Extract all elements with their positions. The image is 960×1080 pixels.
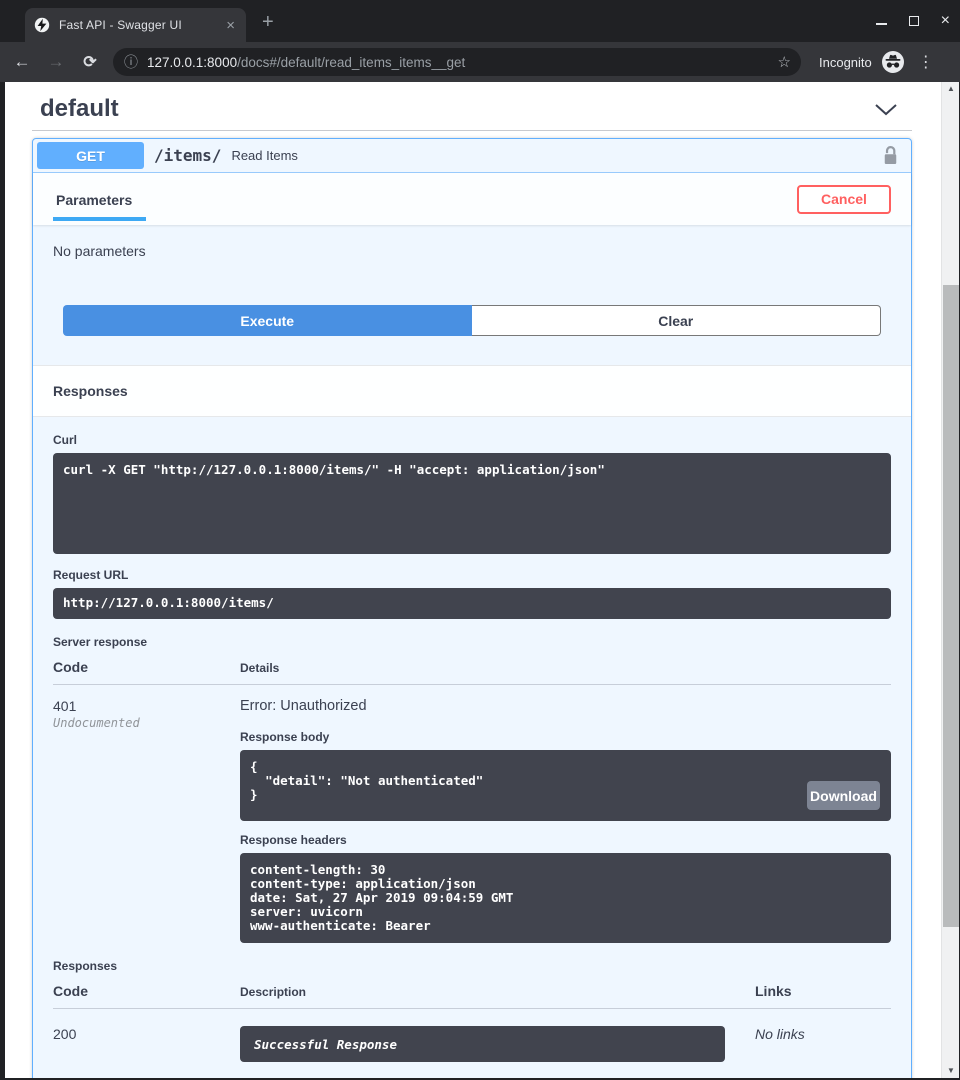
column-description: Description [240,985,755,999]
response-headers-block: content-length: 30 content-type: applica… [240,853,891,943]
responses-body: Curl curl -X GET "http://127.0.0.1:8000/… [33,417,911,1078]
tab-title: Fast API - Swagger UI [59,18,223,32]
page-scrollbar[interactable]: ▲ ▼ [941,82,959,1078]
response-headers-label: Response headers [240,833,891,847]
column-code: Code [53,983,240,999]
documented-responses-table-head: Code Description Links [53,983,891,1009]
chevron-down-icon[interactable] [874,103,898,116]
no-parameters-text: No parameters [53,243,146,259]
curl-command: curl -X GET "http://127.0.0.1:8000/items… [53,453,891,554]
parameters-tab-label: Parameters [53,192,146,208]
execute-wrapper: Execute Clear [33,290,911,365]
server-response-label: Server response [53,635,891,649]
forward-icon[interactable]: → [39,52,73,72]
response-body-json: { "detail": "Not authenticated" } [250,759,483,802]
response-description-text: Successful Response [254,1037,397,1052]
column-links: Links [755,983,792,999]
opblock-get-items: GET /items/ Read Items Parameters [32,138,912,1078]
execute-button[interactable]: Execute [63,305,472,336]
tag-title: default [40,95,119,123]
scroll-up-icon[interactable]: ▲ [942,82,960,96]
operation-summary: Read Items [231,148,297,163]
url-host: 127.0.0.1:8000 [147,55,237,70]
request-url-label: Request URL [53,568,891,582]
cancel-button[interactable]: Cancel [797,185,891,214]
active-tab-underline [53,217,146,221]
response-code-200: 200 [53,1026,240,1062]
browser-menu-icon[interactable]: ⋮ [918,52,934,72]
swagger-page: default GET /items/ Read Items [5,82,941,1078]
incognito-icon [881,50,905,74]
responses-section-header: Responses [33,365,911,417]
window-minimize-icon[interactable] [876,23,887,25]
favicon-bolt-icon [34,17,50,33]
operation-path: /items/ [154,146,221,165]
url-path: /docs#/default/read_items_items__get [237,55,465,70]
tab-close-icon[interactable]: × [223,18,238,33]
clear-button[interactable]: Clear [472,305,882,336]
scrollbar-thumb[interactable] [943,285,959,927]
tag-section-header[interactable]: default [32,90,912,128]
column-details: Details [240,661,279,675]
operation-header[interactable]: GET /items/ Read Items [33,139,911,173]
window-maximize-icon[interactable] [909,16,919,26]
live-response-row: 401 Undocumented Error: Unauthorized Res… [53,685,891,943]
request-url-value: http://127.0.0.1:8000/items/ [53,588,891,619]
live-response-table: Code Details 401 Undocumented Error: Una… [53,659,891,943]
bookmark-star-icon[interactable]: ☆ [778,53,791,71]
download-button[interactable]: Download [807,781,880,810]
response-error-title: Error: Unauthorized [240,698,891,714]
curl-label: Curl [53,433,891,447]
method-badge[interactable]: GET [37,142,144,169]
response-body-block: { "detail": "Not authenticated" } Downloa… [240,750,891,821]
live-response-table-head: Code Details [53,659,891,685]
live-response-details-cell: Error: Unauthorized Response body { "det… [240,698,891,943]
browser-toolbar: ← → ⟳ ⓘ 127.0.0.1:8000/docs#/default/rea… [0,42,960,82]
tag-divider [32,130,912,131]
incognito-label: Incognito [819,55,872,70]
status-code: 401 [53,698,240,714]
documented-responses-table: Code Description Links 200 Successful Re… [53,983,891,1062]
url-text: 127.0.0.1:8000/docs#/default/read_items_… [147,55,778,70]
undocumented-note: Undocumented [53,716,240,730]
table-row: 200 Successful Response No links [53,1009,891,1062]
back-icon[interactable]: ← [5,52,39,72]
response-body-label: Response body [240,730,891,744]
documented-responses-label: Responses [53,959,891,973]
live-response-code-cell: 401 Undocumented [53,698,240,943]
response-description-cell: Successful Response [240,1026,755,1062]
window-controls: × [876,0,950,42]
responses-section-title: Responses [53,383,128,399]
parameters-section-header: Parameters Cancel [33,173,911,225]
parameters-body: No parameters [33,225,911,290]
column-code: Code [53,659,240,675]
site-info-icon[interactable]: ⓘ [124,52,138,72]
new-tab-button[interactable]: + [262,12,274,32]
window-close-icon[interactable]: × [941,13,950,29]
page-viewport: default GET /items/ Read Items [0,82,960,1080]
response-links: No links [755,1026,805,1062]
tab-parameters[interactable]: Parameters [53,173,146,225]
scroll-down-icon[interactable]: ▼ [942,1064,960,1078]
reload-icon[interactable]: ⟳ [73,52,107,72]
response-description-box: Successful Response [240,1026,725,1062]
browser-titlebar: Fast API - Swagger UI × + × [0,0,960,42]
browser-tab[interactable]: Fast API - Swagger UI × [25,8,246,42]
auth-lock-icon[interactable] [882,145,899,167]
address-bar[interactable]: ⓘ 127.0.0.1:8000/docs#/default/read_item… [113,48,801,76]
